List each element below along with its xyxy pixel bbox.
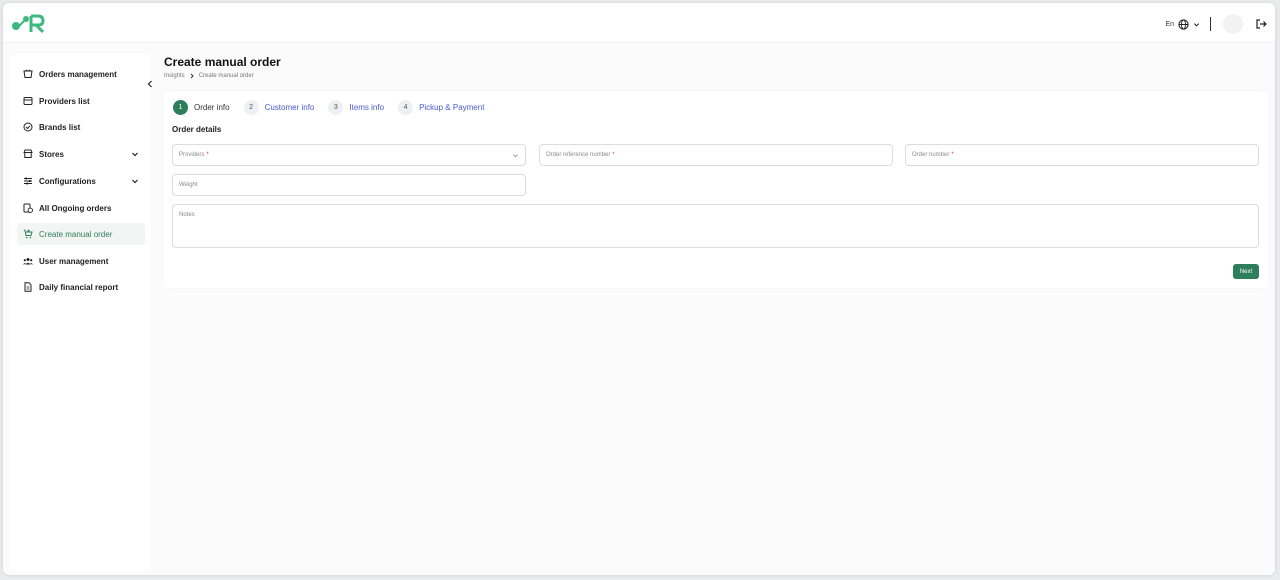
step-items-info[interactable]: 3 Items info [328,100,384,115]
chevron-down-icon [513,154,518,158]
notes-placeholder: Notes [179,212,195,218]
section-title: Order details [172,125,222,134]
step-label: Pickup & Payment [419,103,485,112]
sidebar-item-label: Create manual order [39,229,113,239]
top-bar: En [3,3,1275,43]
cart-plus-icon [23,229,33,239]
order-reference-placeholder: Order reference number [546,152,611,158]
order-number-field[interactable]: Order number * [905,144,1259,166]
stepper: 1 Order info 2 Customer info 3 Items inf… [173,100,498,115]
language-code[interactable]: En [1165,21,1174,28]
sidebar-item-daily-financial-report[interactable]: Daily financial report [17,276,145,298]
sidebar-item-stores[interactable]: Stores [17,143,145,165]
step-customer-info[interactable]: 2 Customer info [243,100,315,115]
breadcrumb-item-current: Create manual order [198,73,254,79]
chevron-down-icon[interactable] [131,177,139,185]
sidebar-item-label: Providers list [39,96,90,106]
app-window: En Orders management Providers list Bran… [3,3,1275,575]
sidebar-item-label: All Ongoing orders [39,203,112,213]
store-icon [23,97,33,105]
sidebar-item-providers-list[interactable]: Providers list [17,90,145,112]
step-label: Items info [349,103,385,112]
logout-icon[interactable] [1255,18,1267,30]
sidebar-collapse-button[interactable] [145,77,155,91]
weight-placeholder: Weight [179,182,198,188]
shop-icon [23,149,33,158]
required-mark: * [612,152,615,158]
header-divider [1210,17,1211,31]
notes-textarea[interactable]: Notes [172,204,1259,248]
sidebar-item-orders-management[interactable]: Orders management [17,63,145,85]
chevron-down-icon[interactable] [131,150,139,158]
breadcrumb-item-insights[interactable]: Insights [164,73,185,79]
sidebar: Orders management Providers list Brands … [11,53,151,571]
sidebar-item-all-ongoing-orders[interactable]: All Ongoing orders [17,197,145,219]
required-mark: * [206,152,209,158]
badge-check-icon [23,122,33,132]
sidebar-item-label: Orders management [39,69,117,79]
step-label: Customer info [264,103,315,112]
page-title: Create manual order [164,55,281,69]
basket-icon [23,69,33,78]
header-actions: En [1165,14,1267,34]
users-icon [23,258,33,265]
step-order-info[interactable]: 1 Order info [173,100,230,115]
sidebar-item-brands-list[interactable]: Brands list [17,116,145,138]
document-icon [24,282,32,292]
providers-placeholder: Providers [179,152,205,158]
chevron-down-icon[interactable] [1193,21,1200,28]
weight-field[interactable]: Weight [172,174,526,196]
sidebar-item-label: Configurations [39,176,96,186]
step-number: 1 [173,100,188,115]
sidebar-item-create-manual-order[interactable]: Create manual order [17,223,145,245]
order-reference-number-field[interactable]: Order reference number * [539,144,893,166]
avatar[interactable] [1223,14,1243,34]
next-button[interactable]: Next [1233,264,1259,279]
orders-clock-icon [23,203,33,213]
sidebar-item-user-management[interactable]: User management [17,250,145,272]
step-number: 3 [328,100,344,115]
chevron-left-icon [147,80,152,88]
breadcrumb: Insights Create manual order [164,73,254,79]
chevron-right-icon [190,73,194,79]
order-form-card: 1 Order info 2 Customer info 3 Items inf… [163,91,1269,288]
order-number-placeholder: Order number [912,152,950,158]
brand-logo[interactable] [11,13,47,35]
providers-select[interactable]: Providers * [172,144,526,166]
sidebar-item-label: User management [39,256,109,266]
sidebar-item-label: Brands list [39,122,81,132]
sidebar-item-label: Stores [39,149,64,159]
sidebar-item-label: Daily financial report [39,282,119,292]
globe-icon[interactable] [1178,18,1189,30]
step-number: 4 [398,100,414,115]
step-number: 2 [243,100,259,115]
sidebar-item-configurations[interactable]: Configurations [17,170,145,192]
required-mark: * [951,152,954,158]
sliders-icon [24,177,32,185]
step-label: Order info [194,103,230,112]
step-pickup-payment[interactable]: 4 Pickup & Payment [398,100,484,115]
